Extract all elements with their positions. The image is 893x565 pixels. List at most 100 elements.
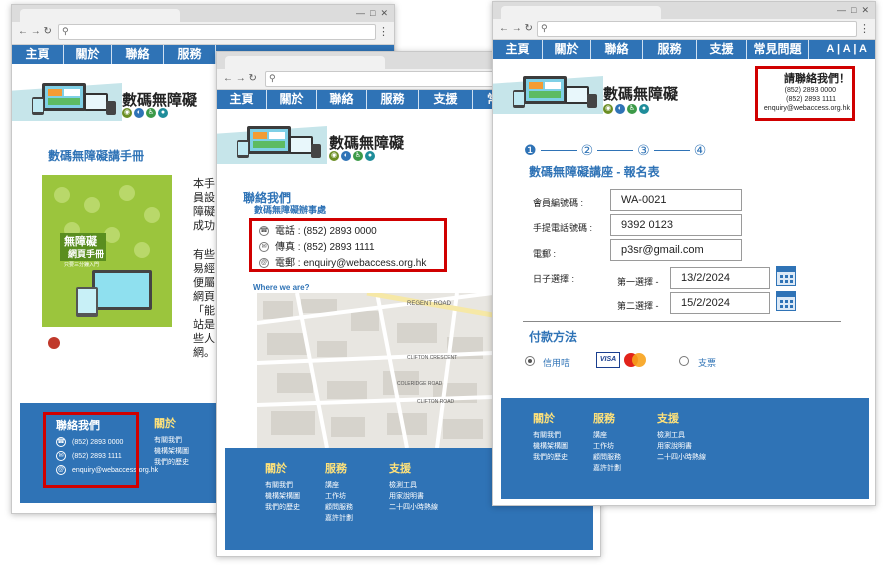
back-forward-reload-icon[interactable]: ← → ↻	[18, 26, 52, 38]
window-controls-icon[interactable]: — □ ✕	[356, 8, 388, 18]
ear-icon: ◐	[134, 108, 144, 118]
step-1: ❶	[524, 142, 537, 158]
form-title: 數碼無障礙講座 - 報名表	[529, 165, 660, 179]
date-choice1-input[interactable]: 13/2/2024	[670, 267, 770, 289]
book-tagline: 只要三分鐘入門	[64, 262, 100, 268]
footer-about: 關於 有關我們 機構架構圖 我們的歷史	[533, 413, 568, 461]
menu-kebab-icon[interactable]: ⋮	[378, 25, 389, 38]
highlight-footer-contact	[43, 412, 139, 488]
cheque-label[interactable]: 支票	[698, 356, 716, 369]
back-forward-reload-icon[interactable]: ← → ↻	[499, 23, 533, 35]
step-4: ④	[693, 142, 707, 158]
address-bar[interactable]: ⚲	[537, 21, 857, 37]
nav-home[interactable]: 主頁	[217, 90, 267, 109]
nav-contact[interactable]: 聯絡	[112, 45, 164, 64]
eye-icon: ◉	[603, 104, 613, 114]
nav-home[interactable]: 主頁	[12, 45, 64, 64]
where-we-are-heading: Where we are?	[253, 283, 310, 292]
brain-icon: ●	[158, 108, 168, 118]
nav-about[interactable]: 關於	[543, 40, 591, 59]
member-label: 會員編號碼 :	[533, 198, 584, 208]
location-map[interactable]: REGENT ROAD CLIFTON CRESCENT CLIFTON ROA…	[257, 293, 493, 448]
member-id-input[interactable]: WA-0021	[610, 189, 742, 211]
devices-illustration-icon	[32, 83, 116, 115]
wheelchair-icon: ♿	[627, 104, 637, 114]
map-label: REGENT ROAD	[407, 301, 452, 307]
browser-tab[interactable]	[225, 56, 385, 70]
menu-kebab-icon[interactable]: ⋮	[859, 22, 870, 35]
browser-tab[interactable]	[501, 6, 661, 20]
wheelchair-icon: ♿	[146, 108, 156, 118]
eye-icon: ◉	[122, 108, 132, 118]
brain-icon: ●	[639, 104, 649, 114]
footer-support: 支援 檢測工具 用家說明書 二十四小時熱線	[657, 413, 706, 461]
handbook-heading: 數碼無障礙講手冊	[48, 149, 145, 163]
choice2-label: 第二選擇 -	[617, 301, 659, 311]
search-icon: ⚲	[541, 23, 548, 33]
brain-icon: ●	[365, 151, 375, 161]
nav-services[interactable]: 服務	[367, 90, 419, 109]
nav-services[interactable]: 服務	[643, 40, 697, 59]
nav-about[interactable]: 關於	[267, 90, 317, 109]
calendar-icon[interactable]	[776, 291, 796, 311]
mobile-label: 手提電話號碼 :	[533, 223, 593, 233]
cheque-radio[interactable]	[679, 356, 689, 366]
window-controls-icon[interactable]: — □ ✕	[837, 5, 869, 15]
email-input[interactable]: p3sr@gmail.com	[610, 239, 742, 261]
office-name: 數碼無障礙辦事處	[254, 205, 327, 215]
highlight-contact-details	[249, 218, 447, 272]
visa-card-icon: VISA	[596, 352, 620, 368]
nav-faq[interactable]: 常見問題	[747, 40, 809, 59]
search-icon: ⚲	[269, 73, 276, 83]
accessibility-badges: ◉ ◐ ♿ ●	[329, 151, 375, 161]
browser-chrome: — □ ✕ ← → ↻ ⚲ ⋮	[12, 5, 394, 45]
map-label: CLIFTON CRESCENT	[407, 355, 457, 361]
email-label: 電郵 :	[533, 249, 557, 259]
footer-support: 支援 檢測工具 用家說明書 二十四小時熱線	[389, 463, 438, 511]
nav-home[interactable]: 主頁	[493, 40, 543, 59]
search-icon: ⚲	[62, 26, 69, 36]
footer-services: 服務 講座 工作坊 顧問服務 嘉許計劃	[325, 463, 353, 522]
browser-window-registration: — □ ✕ ← → ↻ ⚲ ⋮ 主頁 關於 聯絡 服務 支援 常見問題 A | …	[492, 1, 876, 506]
wheelchair-icon: ♿	[353, 151, 363, 161]
nav-about[interactable]: 關於	[64, 45, 112, 64]
devices-illustration-icon	[237, 126, 321, 158]
browser-chrome: — □ ✕ ← → ↻ ⚲ ⋮	[493, 2, 875, 40]
payment-title: 付款方法	[529, 330, 578, 344]
highlight-header-contact	[755, 66, 855, 121]
nav-support[interactable]: 支援	[419, 90, 473, 109]
handbook-cover-image[interactable]	[42, 175, 172, 357]
step-2: ②	[580, 142, 594, 158]
nav-support[interactable]: 支援	[697, 40, 747, 59]
credit-card-radio[interactable]	[525, 356, 535, 366]
choice1-label: 第一選擇 -	[617, 277, 659, 287]
mastercard-icon	[624, 353, 646, 367]
back-forward-reload-icon[interactable]: ← → ↻	[223, 73, 257, 85]
date-label: 日子選擇 :	[533, 274, 575, 284]
font-size-switcher[interactable]: A | A | A	[826, 40, 867, 59]
divider	[523, 321, 841, 322]
nav-contact[interactable]: 聯絡	[317, 90, 367, 109]
accessibility-badges: ◉ ◐ ♿ ●	[603, 104, 649, 114]
address-bar[interactable]: ⚲	[58, 24, 376, 40]
footer-about: 關於 有關我們 機構架構圖 我們的歷史	[265, 463, 300, 511]
eye-icon: ◉	[329, 151, 339, 161]
map-label: CLIFTON ROAD	[417, 399, 455, 405]
nav-contact[interactable]: 聯絡	[591, 40, 643, 59]
credit-card-label[interactable]: 信用咭	[543, 356, 570, 369]
footer-about: 關於 有關我們 機構架構圖 我們的歷史	[154, 418, 189, 466]
calendar-icon[interactable]	[776, 266, 796, 286]
map-label: COLERIDGE ROAD	[397, 381, 443, 387]
mobile-input[interactable]: 9392 0123	[610, 214, 742, 236]
accessibility-badges: ◉ ◐ ♿ ●	[122, 108, 168, 118]
date-choice2-input[interactable]: 15/2/2024	[670, 292, 770, 314]
top-nav: 主頁 關於 聯絡 服務 支援 常見問題 A | A | A	[493, 40, 875, 59]
site-title: 數碼無障礙	[122, 92, 198, 109]
site-title: 數碼無障礙	[329, 135, 405, 152]
ear-icon: ◐	[615, 104, 625, 114]
step-indicator: ❶ ② ③ ④	[524, 142, 706, 159]
footer: 關於 有關我們 機構架構圖 我們的歷史 服務 講座 工作坊 顧問服務 嘉許計劃 …	[501, 398, 869, 499]
nav-services[interactable]: 服務	[164, 45, 216, 64]
browser-tab[interactable]	[20, 9, 180, 23]
footer-services: 服務 講座 工作坊 顧問服務 嘉許計劃	[593, 413, 621, 472]
